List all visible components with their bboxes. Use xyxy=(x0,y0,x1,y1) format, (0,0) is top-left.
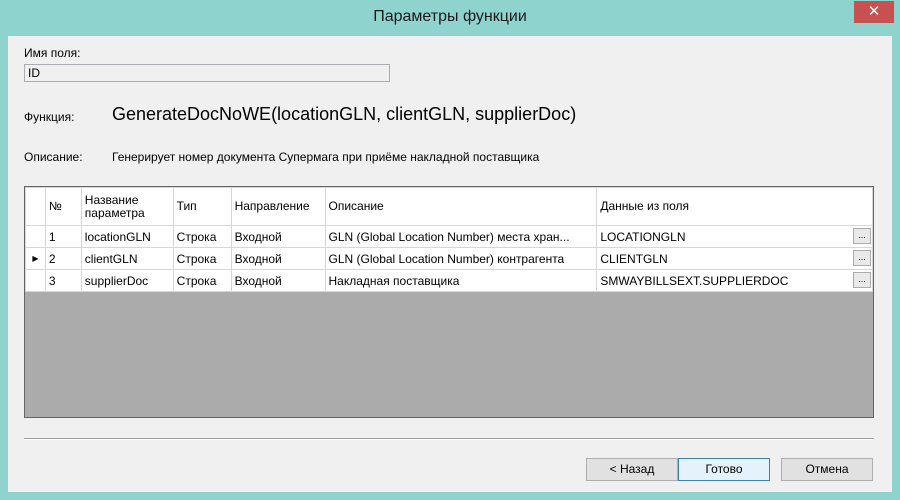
cell-description[interactable]: Накладная поставщика xyxy=(324,269,598,292)
browse-field-button[interactable]: ... xyxy=(853,250,871,266)
cell-type[interactable]: Строка xyxy=(172,225,232,248)
row-header[interactable]: ▶ xyxy=(25,247,46,270)
cell-description[interactable]: GLN (Global Location Number) контрагента xyxy=(324,247,598,270)
cell-direction[interactable]: Входной xyxy=(230,247,326,270)
cell-description[interactable]: GLN (Global Location Number) места хран.… xyxy=(324,225,598,248)
done-button[interactable]: Готово xyxy=(678,458,770,481)
row-header-corner xyxy=(25,187,46,226)
column-header-type[interactable]: Тип xyxy=(172,187,232,226)
current-row-arrow-icon: ▶ xyxy=(32,254,39,263)
row-header[interactable] xyxy=(25,269,46,292)
function-signature: GenerateDocNoWE(locationGLN, clientGLN, … xyxy=(112,104,577,124)
cell-type[interactable]: Строка xyxy=(172,247,232,270)
cell-direction[interactable]: Входной xyxy=(230,225,326,248)
dialog-body: Имя поля: ID Функция: GenerateDocNoWE(lo… xyxy=(8,36,892,492)
cell-type[interactable]: Строка xyxy=(172,269,232,292)
column-header-description[interactable]: Описание xyxy=(324,187,598,226)
back-button[interactable]: < Назад xyxy=(586,458,678,481)
cell-data-field-value: LOCATIONGLN xyxy=(600,229,686,244)
column-header-name[interactable]: Название параметра xyxy=(80,187,174,226)
parameters-table: № Название параметра Тип Направление Опи… xyxy=(25,187,873,292)
column-header-data-field[interactable]: Данные из поля xyxy=(596,187,873,226)
cell-name[interactable]: clientGLN xyxy=(80,247,174,270)
close-button[interactable]: ✕ xyxy=(854,1,894,23)
cell-data-field-value: CLIENTGLN xyxy=(600,251,668,266)
column-header-direction[interactable]: Направление xyxy=(230,187,326,226)
description-text: Генерирует номер документа Супермага при… xyxy=(112,150,540,164)
description-label: Описание: xyxy=(24,150,83,164)
cell-data-field[interactable]: SMWAYBILLSEXT.SUPPLIERDOC ... xyxy=(596,269,873,292)
parameters-grid[interactable]: № Название параметра Тип Направление Опи… xyxy=(24,186,874,418)
cancel-button[interactable]: Отмена xyxy=(781,458,873,481)
cell-num[interactable]: 1 xyxy=(44,225,82,248)
table-row[interactable]: 1 locationGLN Строка Входной GLN (Global… xyxy=(25,225,873,248)
field-name-input[interactable]: ID xyxy=(24,64,390,82)
cell-num[interactable]: 3 xyxy=(44,269,82,292)
cell-name[interactable]: locationGLN xyxy=(80,225,174,248)
footer-divider xyxy=(24,438,874,440)
title-bar[interactable]: Параметры функции ✕ xyxy=(0,0,900,36)
cell-data-field[interactable]: LOCATIONGLN ... xyxy=(596,225,873,248)
field-name-label: Имя поля: xyxy=(24,46,81,60)
close-icon: ✕ xyxy=(867,3,881,20)
window-title: Параметры функции xyxy=(373,8,527,25)
dialog-window: Параметры функции ✕ Имя поля: ID Функция… xyxy=(0,0,900,500)
browse-field-button[interactable]: ... xyxy=(853,272,871,288)
row-header[interactable] xyxy=(25,225,46,248)
column-header-num[interactable]: № xyxy=(44,187,82,226)
cell-data-field[interactable]: CLIENTGLN ... xyxy=(596,247,873,270)
cell-direction[interactable]: Входной xyxy=(230,269,326,292)
function-label: Функция: xyxy=(24,110,75,124)
cell-name[interactable]: supplierDoc xyxy=(80,269,174,292)
browse-field-button[interactable]: ... xyxy=(853,228,871,244)
table-row[interactable]: ▶ 2 clientGLN Строка Входной GLN (Global… xyxy=(25,247,873,270)
cell-data-field-value: SMWAYBILLSEXT.SUPPLIERDOC xyxy=(600,273,789,288)
cell-num[interactable]: 2 xyxy=(44,247,82,270)
table-row[interactable]: 3 supplierDoc Строка Входной Накладная п… xyxy=(25,269,873,292)
table-header-row: № Название параметра Тип Направление Опи… xyxy=(25,187,873,226)
